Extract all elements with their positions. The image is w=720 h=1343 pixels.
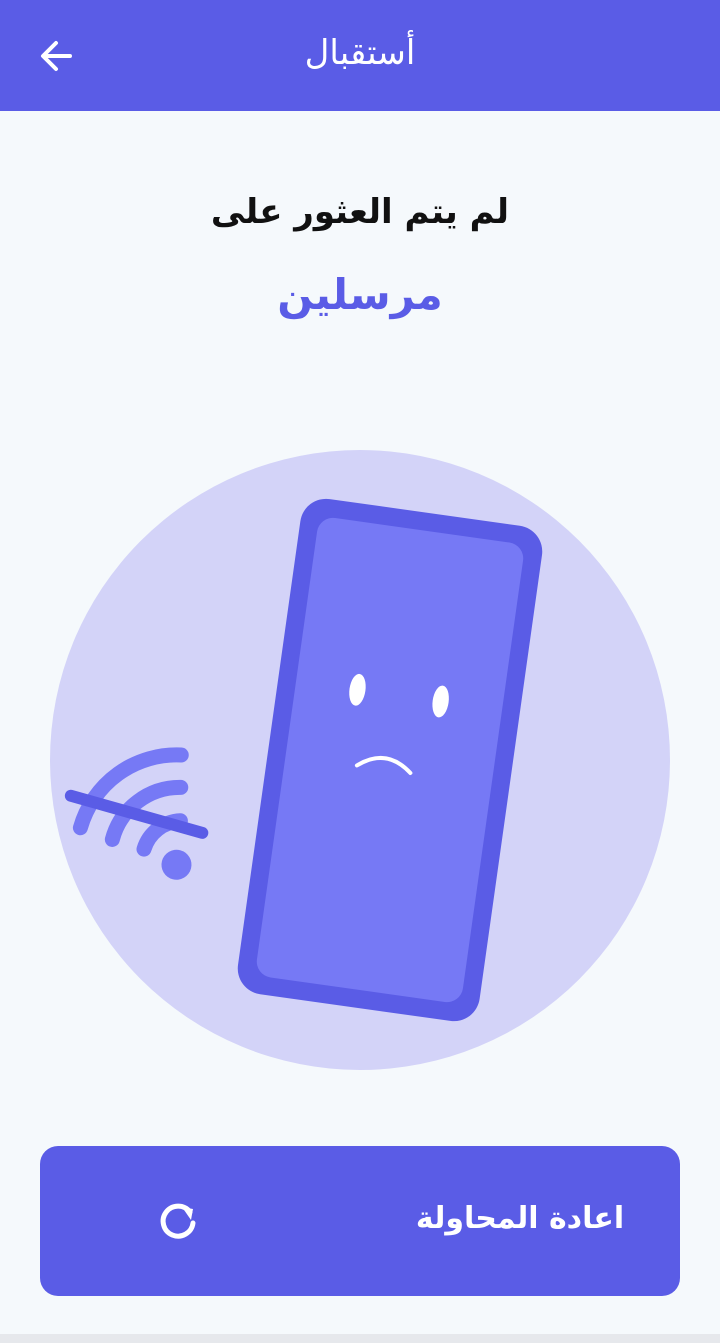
app-bar: أستقبال [0,0,720,111]
not-found-heading: لم يتم العثور على [210,192,510,232]
senders-label: مرسلين [277,270,443,319]
bottom-navigation-strip [0,1334,720,1343]
retry-button-label: اعادة المحاولة [415,1201,625,1236]
sad-phone-illustration [50,450,670,1070]
refresh-icon [160,1203,196,1239]
page-title: أستقبال [304,33,416,73]
arrow-left-icon [41,41,72,71]
back-button[interactable] [30,30,82,82]
retry-button[interactable]: اعادة المحاولة [40,1146,680,1296]
